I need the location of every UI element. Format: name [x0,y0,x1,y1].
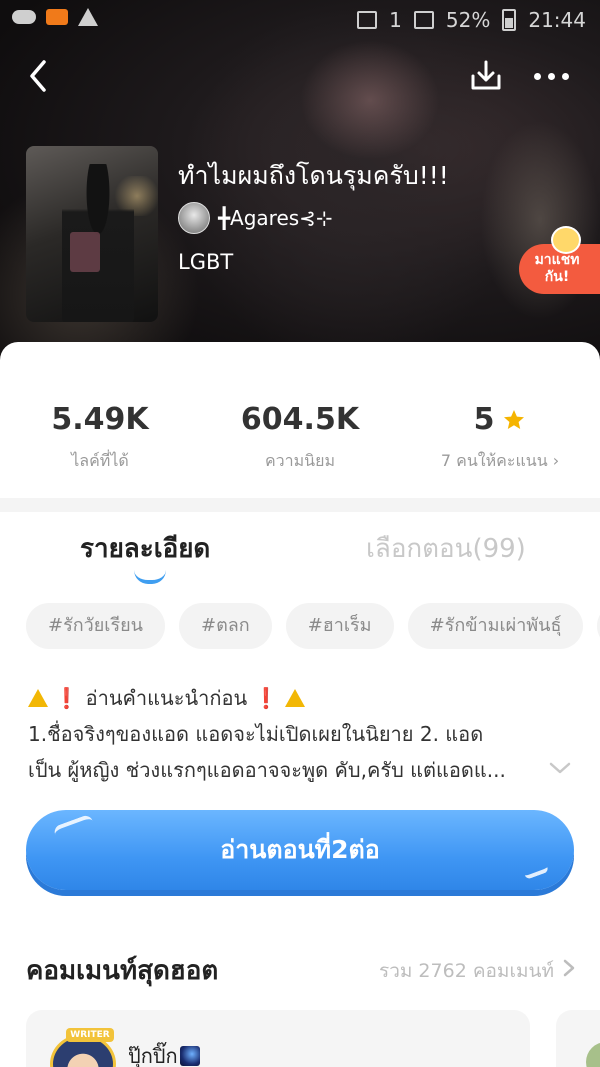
stat-rating[interactable]: 5 7 คนให้คะแนน › [400,384,600,494]
author-name[interactable]: ╋Agares⊰⊹ [218,206,333,230]
stat-label: ไลค์ที่ได้ [71,451,129,470]
commenter-avatar[interactable] [586,1042,600,1067]
screen-record-icon [46,9,68,25]
story-description[interactable]: ❗ อ่านคำแนะนำก่อน ❗ 1.ชื่อจริงๆของแอด แอ… [28,680,548,788]
galaxy-emoji-icon [179,1046,200,1066]
clock: 21:44 [528,8,586,32]
genre-label[interactable]: LGBT [178,250,233,274]
story-cover-image[interactable] [26,146,158,322]
sim-indicator: 1 [389,8,402,32]
writer-badge: WRITER [66,1028,114,1042]
dot-icon [534,72,541,80]
stat-label: ความนิยม [264,451,336,470]
commenter-name[interactable]: ปุ๊กปิ๊ก [128,1040,200,1067]
tag-chip[interactable]: #ฮาเร็ม [285,603,394,649]
status-bar: 1 52% 21:44 [0,0,600,40]
description-line: เป็น ผู้หญิง ช่วงแรกๆแอดอาจจะพูด คับ,ครั… [28,758,506,782]
stats-row: 5.49K ไลค์ที่ได้ 604.5K ความนิยม 5 7 คนใ… [0,384,600,494]
chevron-down-icon[interactable] [548,756,572,780]
more-options-button[interactable] [534,66,574,86]
stat-popularity: 604.5K ความนิยม [200,384,400,494]
detail-tabs: รายละเอียด เลือกตอน(99) [0,520,600,590]
comment-card[interactable] [556,1010,600,1067]
tag-chip[interactable]: #ตลก [178,603,272,649]
tab-episodes[interactable]: เลือกตอน(99) [366,528,526,569]
cloud-icon [12,10,36,24]
chat-badge-button[interactable]: มาแชท กัน! [519,226,600,296]
battery-percent: 52% [445,8,491,32]
dot-icon [562,72,569,80]
comments-total-link[interactable]: รวม 2762 คอมเมนท์ [379,956,554,986]
download-button[interactable] [468,58,504,94]
cast-icon [357,11,378,29]
active-tab-indicator [134,570,166,584]
star-icon [504,409,525,429]
download-icon [471,60,501,90]
author-avatar[interactable] [178,202,210,234]
description-line: 1.ชื่อจริงๆของแอด แอดจะไม่เปิดเผยในนิยาย… [28,722,484,746]
commenter-name-text: ปุ๊กปิ๊ก [128,1044,178,1067]
tab-details[interactable]: รายละเอียด [80,528,210,569]
continue-reading-button[interactable]: อ่านตอนที่2ต่อ [26,810,574,890]
stat-value: 604.5K [240,402,360,437]
back-button[interactable] [24,58,60,94]
warning-icon [284,689,305,707]
tag-chip[interactable]: #รักข้ามเผ่าพันธุ์ [407,603,584,649]
description-line: ❗ อ่านคำแนะนำก่อน ❗ [54,686,279,710]
section-divider [0,498,600,512]
comments-title: คอมเมนท์สุดฮอต [26,956,219,986]
stat-likes: 5.49K ไลค์ที่ได้ [0,384,200,494]
author-row[interactable]: ╋Agares⊰⊹ [178,202,333,234]
tag-list: #รักวัยเรียน #ตลก #ฮาเร็ม #รักข้ามเผ่าพั… [26,603,600,649]
stat-value: 5.49K [51,402,149,437]
rating-value: 5 [473,402,495,437]
battery-icon [502,9,517,31]
chevron-right-icon[interactable] [562,958,576,978]
continue-reading-label: อ่านตอนที่2ต่อ [220,835,380,864]
comment-card[interactable]: WRITER ปุ๊กปิ๊ก [26,1010,530,1067]
warning-icon [78,8,98,26]
tag-chip[interactable]: #รักวัยเรียน [26,603,165,649]
dot-icon [548,72,555,80]
mascot-icon [551,226,581,254]
warning-icon [28,689,48,707]
chevron-left-icon [30,60,46,92]
signal-icon [413,11,434,29]
story-title: ทำไมผมถึงโดนรุมครับ!!! [178,161,449,190]
comments-header: คอมเมนท์สุดฮอต รวม 2762 คอมเมนท์ [26,948,576,992]
story-header-background: 1 52% 21:44 ทำไมผมถึงโดนรุมครับ!!! ╋Agar… [0,0,600,370]
rating-count-link[interactable]: 7 คนให้คะแนน › [400,449,600,474]
